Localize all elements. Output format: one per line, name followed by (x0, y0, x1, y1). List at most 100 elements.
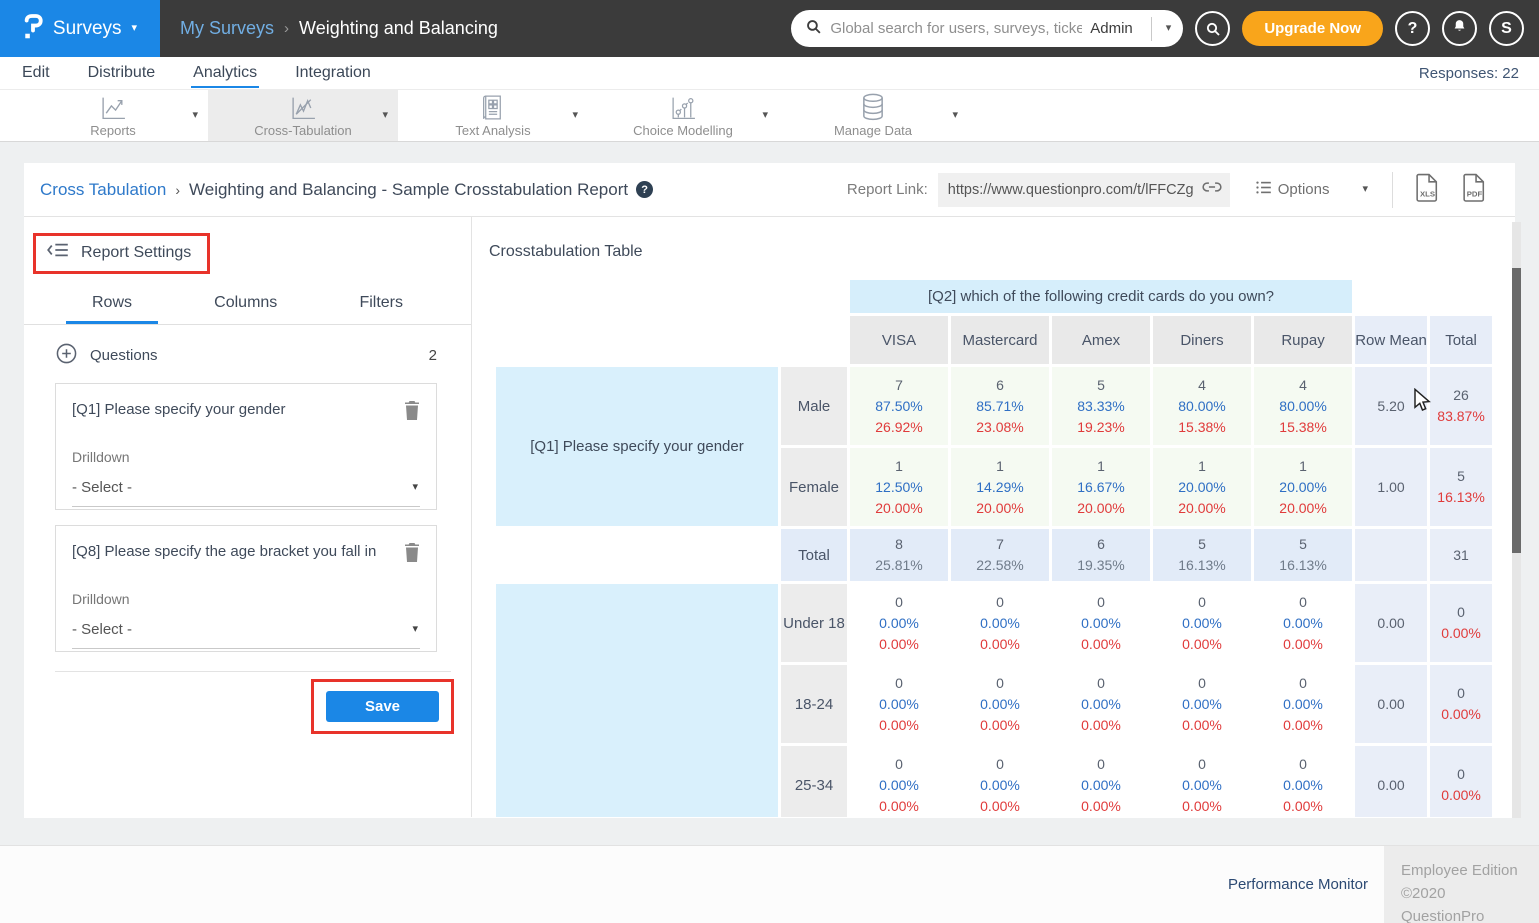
breadcrumb: My Surveys › Weighting and Balancing (160, 18, 498, 39)
bell-icon (1452, 18, 1467, 39)
tool-choice-modelling[interactable]: ▾Choice Modelling (588, 90, 778, 141)
upgrade-now-button[interactable]: Upgrade Now (1242, 11, 1383, 46)
data-cell: 00.00%0.00% (1254, 746, 1352, 817)
column-header: Diners (1153, 316, 1251, 364)
notifications-button[interactable] (1442, 11, 1477, 46)
menu-item-integration[interactable]: Integration (293, 59, 373, 88)
menu-item-analytics[interactable]: Analytics (191, 59, 259, 88)
tool-cross-tabulation[interactable]: ▾ Cross-Tabulation (208, 90, 398, 141)
data-cell: 00.00%0.00% (850, 665, 948, 743)
column-header: VISA (850, 316, 948, 364)
breadcrumb-separator: › (284, 20, 289, 37)
data-cell: 787.50%26.92% (850, 367, 948, 445)
table-title: Crosstabulation Table (489, 243, 643, 261)
options-dropdown[interactable]: Options ▾ (1256, 181, 1368, 198)
tab-filters[interactable]: Filters (333, 286, 429, 324)
total-header: Total (1430, 316, 1492, 364)
total-row-cell: 722.58% (951, 529, 1049, 581)
total-row-cell: 516.13% (1254, 529, 1352, 581)
row-total-cell: 516.13% (1430, 448, 1492, 526)
question-text: [Q1] Please specify your gender (72, 401, 404, 418)
data-cell: 00.00%0.00% (850, 584, 948, 662)
row-label-cell: Female (781, 448, 847, 526)
divider (1151, 17, 1152, 41)
report-settings-panel: Report Settings RowsColumnsFilters Quest… (24, 217, 472, 817)
report-link-url[interactable]: https://www.questionpro.com/t/lFFCZg (948, 182, 1196, 198)
performance-monitor-link[interactable]: Performance Monitor (1228, 876, 1368, 893)
data-cell: 480.00%15.38% (1254, 367, 1352, 445)
search-submit-button[interactable] (1195, 11, 1230, 46)
question-card: [Q8] Please specify the age bracket you … (55, 525, 437, 652)
tool-text-analysis[interactable]: ▾Text Analysis (398, 90, 588, 141)
column-question-header: [Q2] which of the following credit cards… (850, 280, 1352, 313)
help-button[interactable]: ? (1395, 11, 1430, 46)
spacer-cell (1355, 280, 1427, 313)
tool-label: Cross-Tabulation (254, 123, 352, 138)
row-mean-cell: 0.00 (1355, 665, 1427, 743)
chevron-down-icon: ▾ (412, 482, 418, 493)
save-annotation-box: Save (311, 679, 454, 734)
link-icon[interactable] (1202, 180, 1222, 199)
search-input[interactable] (830, 20, 1082, 37)
drilldown-label: Drilldown (72, 449, 420, 465)
row-total-cell: 00.00% (1430, 665, 1492, 743)
crosstab-chart-icon (290, 93, 317, 121)
row-label-cell: 18-24 (781, 665, 847, 743)
menu-items: Edit Distribute Analytics Integration (20, 59, 407, 88)
report-settings-toggle[interactable]: Report Settings (33, 233, 210, 274)
row-mean-header: Row Mean (1355, 316, 1427, 364)
data-cell: 00.00%0.00% (951, 746, 1049, 817)
tool-reports[interactable]: ▾Reports (18, 90, 208, 141)
drilldown-select[interactable]: - Select -▾ (72, 619, 420, 649)
scrollbar-thumb[interactable] (1512, 268, 1521, 553)
row-total-cell: 2683.87% (1430, 367, 1492, 445)
collapse-panel-icon (46, 242, 70, 263)
select-value: - Select - (72, 621, 132, 638)
spacer-cell (1430, 280, 1492, 313)
menu-item-edit[interactable]: Edit (20, 59, 52, 88)
search-icon (805, 18, 822, 40)
tab-rows[interactable]: Rows (66, 286, 158, 324)
chevron-down-icon: ▾ (952, 108, 958, 121)
report-help-icon[interactable]: ? (636, 181, 653, 198)
data-cell: 00.00%0.00% (1052, 746, 1150, 817)
question-card: [Q1] Please specify your gender Drilldown… (55, 383, 437, 510)
question-cards: [Q1] Please specify your gender Drilldown… (24, 383, 471, 652)
data-cell: 00.00%0.00% (1153, 665, 1251, 743)
menu-item-distribute[interactable]: Distribute (86, 59, 158, 88)
responses-count: Responses: 22 (1419, 65, 1519, 82)
account-avatar[interactable]: S (1489, 11, 1524, 46)
row-mean-cell: 1.00 (1355, 448, 1427, 526)
save-button[interactable]: Save (326, 691, 439, 722)
survey-title: Weighting and Balancing (299, 18, 498, 39)
spacer-cell (496, 316, 847, 364)
list-icon (1256, 181, 1271, 198)
report-link-box[interactable]: https://www.questionpro.com/t/lFFCZg (938, 173, 1230, 207)
drilldown-select[interactable]: - Select -▾ (72, 477, 420, 507)
breadcrumb-my-surveys[interactable]: My Surveys (180, 18, 274, 39)
crosstab-area: Crosstabulation Table [Q2] which of the … (472, 217, 1515, 817)
chevron-down-icon: ▾ (382, 108, 388, 121)
choice-modelling-icon (670, 93, 697, 121)
report-settings-label: Report Settings (81, 244, 191, 262)
tool-manage-data[interactable]: ▾Manage Data (778, 90, 968, 141)
vertical-scrollbar[interactable] (1512, 222, 1521, 818)
data-cell: 00.00%0.00% (1153, 746, 1251, 817)
copyright-line: ©2020 QuestionPro (1401, 882, 1529, 923)
trash-icon[interactable] (404, 401, 420, 425)
search-scope-dropdown[interactable]: ▾ (1166, 23, 1172, 34)
spacer-cell (496, 280, 847, 313)
add-question-icon[interactable] (56, 343, 77, 368)
data-cell: 00.00%0.00% (1052, 584, 1150, 662)
cross-tabulation-link[interactable]: Cross Tabulation (40, 180, 166, 200)
product-name: Surveys (53, 18, 122, 40)
data-cell: 583.33%19.23% (1052, 367, 1150, 445)
export-pdf-icon[interactable]: PDF (1462, 173, 1487, 207)
chevron-down-icon: ▾ (572, 108, 578, 121)
export-xls-icon[interactable]: XLS (1415, 173, 1440, 207)
trash-icon[interactable] (404, 543, 420, 567)
data-cell: 00.00%0.00% (1254, 665, 1352, 743)
product-switcher[interactable]: Surveys ▾ (0, 0, 160, 57)
tab-columns[interactable]: Columns (188, 286, 303, 324)
data-cell: 00.00%0.00% (1153, 584, 1251, 662)
